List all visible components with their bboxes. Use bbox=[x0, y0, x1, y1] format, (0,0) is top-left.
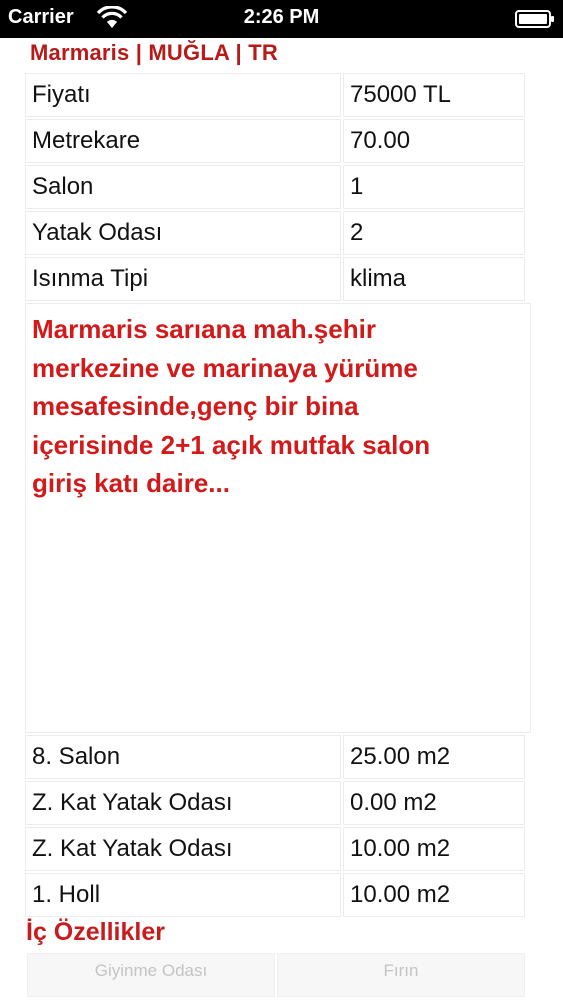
room-size: 25.00 m2 bbox=[344, 736, 524, 778]
detail-label: Fiyatı bbox=[26, 74, 340, 116]
room-label: 1. Holl bbox=[26, 874, 340, 916]
description-line: merkezine ve marinaya yürüme bbox=[32, 352, 418, 383]
details-table: Fiyatı 75000 TL Metrekare 70.00 Salon 1 … bbox=[26, 72, 530, 302]
description-panel: Marmaris sarıana mah.şehir merkezine ve … bbox=[26, 304, 530, 732]
location-title: Marmaris | MUĞLA | TR bbox=[30, 40, 278, 65]
feature-item-oven[interactable]: Fırın bbox=[278, 954, 524, 996]
detail-label: Yatak Odası bbox=[26, 212, 340, 254]
room-label: Z. Kat Yatak Odası bbox=[26, 828, 340, 870]
detail-label: Isınma Tipi bbox=[26, 258, 340, 300]
listing-detail-view[interactable]: Marmaris | MUĞLA | TR Fiyatı 75000 TL Me… bbox=[0, 38, 563, 1000]
room-row: 1. Holl 10.00 m2 bbox=[26, 872, 530, 918]
status-bar: Carrier 2:26 PM bbox=[0, 0, 563, 38]
battery-icon bbox=[515, 10, 554, 28]
description-line: mesafesinde,genç bir bina bbox=[32, 391, 359, 421]
description-line: giriş katı daire... bbox=[32, 468, 230, 498]
room-size: 10.00 m2 bbox=[344, 874, 524, 916]
clock: 2:26 PM bbox=[243, 6, 320, 28]
detail-value: 75000 TL bbox=[344, 74, 524, 116]
detail-label: Salon bbox=[26, 166, 340, 208]
detail-row-heating: Isınma Tipi klima bbox=[26, 256, 530, 302]
room-label: Z. Kat Yatak Odası bbox=[26, 782, 340, 824]
room-row: Z. Kat Yatak Odası 0.00 m2 bbox=[26, 780, 530, 826]
detail-value: 70.00 bbox=[344, 120, 524, 162]
detail-row-area: Metrekare 70.00 bbox=[26, 118, 530, 164]
room-row: Z. Kat Yatak Odası 10.00 m2 bbox=[26, 826, 530, 872]
room-label: 8. Salon bbox=[26, 736, 340, 778]
rooms-table: 8. Salon 25.00 m2 Z. Kat Yatak Odası 0.0… bbox=[26, 734, 530, 918]
detail-row-living-room: Salon 1 bbox=[26, 164, 530, 210]
interior-features-title: İç Özellikler bbox=[26, 918, 165, 946]
room-size: 10.00 m2 bbox=[344, 828, 524, 870]
room-row: 8. Salon 25.00 m2 bbox=[26, 734, 530, 780]
description-line: Marmaris sarıana mah.şehir bbox=[32, 314, 376, 344]
feature-item-dressing-room[interactable]: Giyinme Odası bbox=[28, 954, 274, 996]
detail-row-price: Fiyatı 75000 TL bbox=[26, 72, 530, 118]
detail-value: 1 bbox=[344, 166, 524, 208]
description-line: içerisinde 2+1 açık mutfak salon bbox=[32, 429, 431, 460]
detail-row-bedrooms: Yatak Odası 2 bbox=[26, 210, 530, 256]
listing-description: Marmaris sarıana mah.şehir merkezine ve … bbox=[32, 310, 526, 503]
detail-label: Metrekare bbox=[26, 120, 340, 162]
room-size: 0.00 m2 bbox=[344, 782, 524, 824]
detail-value: 2 bbox=[344, 212, 524, 254]
detail-value: klima bbox=[344, 258, 524, 300]
